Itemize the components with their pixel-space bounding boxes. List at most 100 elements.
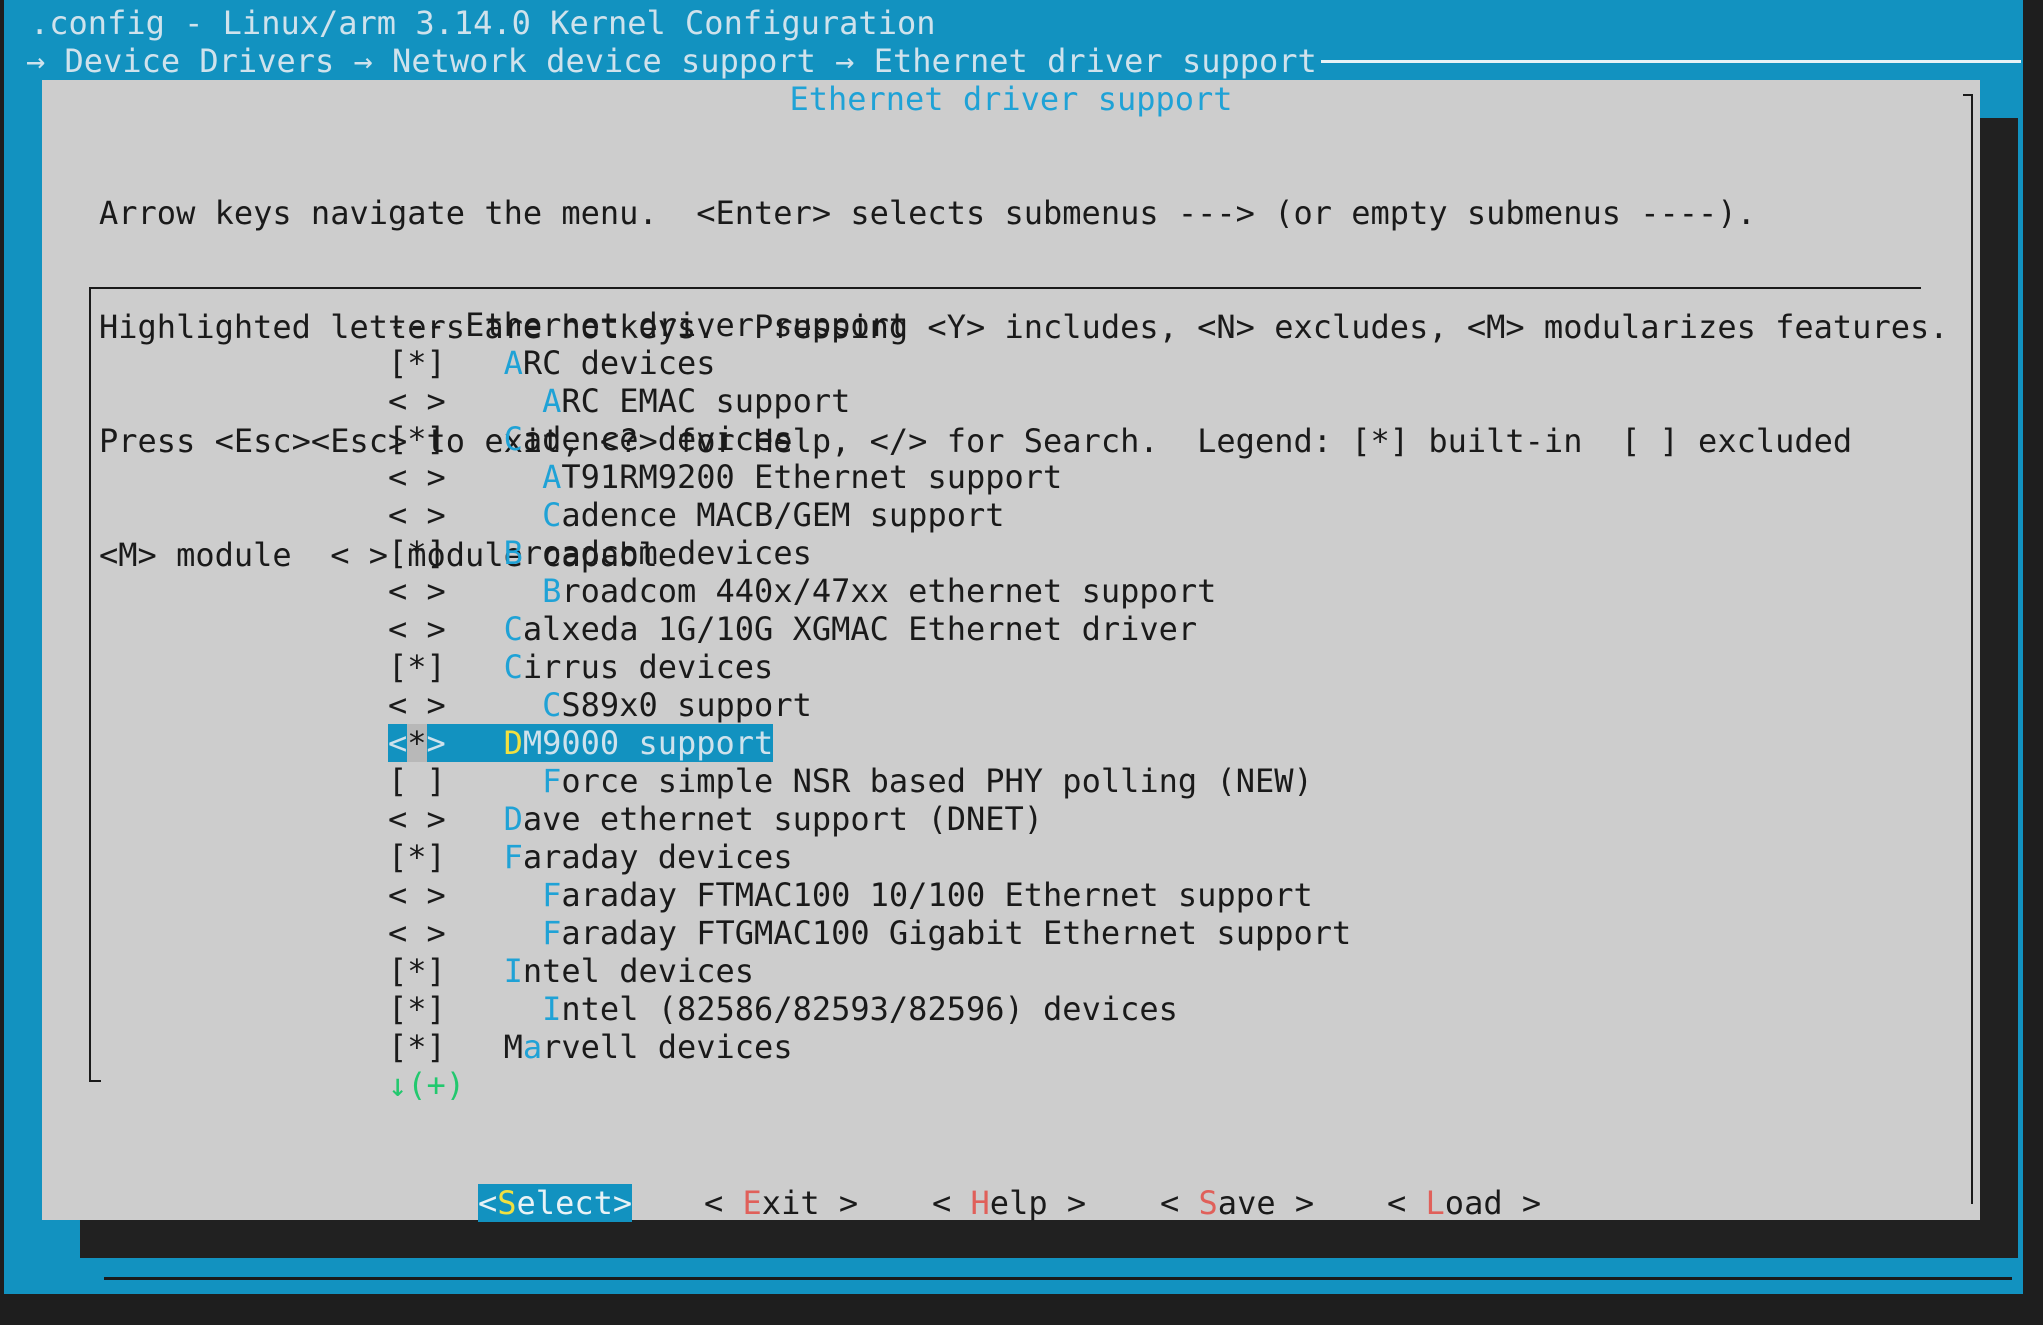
menu-item-label: ave ethernet support (DNET) — [523, 800, 1043, 838]
menu-item-label: Ethernet driver support — [465, 306, 908, 344]
option-state: < > — [388, 572, 504, 610]
menu-indent — [504, 762, 543, 800]
button-label: oad — [1445, 1184, 1503, 1222]
hotkey-letter: I — [542, 990, 561, 1028]
button-bar-rule — [104, 1277, 2012, 1280]
menu-item[interactable]: [*] ARC devices — [388, 344, 1351, 382]
option-state: < > — [388, 382, 504, 420]
button-label: elp — [990, 1184, 1048, 1222]
help-line: Arrow keys navigate the menu. <Enter> se… — [99, 194, 1949, 232]
button-label: ave — [1218, 1184, 1276, 1222]
menu-item[interactable]: < > CS89x0 support — [388, 686, 1351, 724]
menu-item-content: < > Cadence MACB/GEM support — [388, 496, 1005, 534]
button-bracket: > — [820, 1184, 859, 1222]
help-button[interactable]: < Help > — [932, 1184, 1086, 1222]
menu-item-label: adence devices — [523, 420, 793, 458]
option-state: < > — [388, 458, 504, 496]
menu-item-label: roadcom devices — [523, 534, 812, 572]
menu-item[interactable]: [*] Marvell devices — [388, 1028, 1351, 1066]
menu-item[interactable]: [*] Intel devices — [388, 952, 1351, 990]
menu-item-text: M — [504, 1028, 523, 1066]
menu-indent — [504, 572, 543, 610]
menuconfig-dialog: Ethernet driver support Arrow keys navig… — [42, 80, 1980, 1220]
menu-item[interactable]: < > AT91RM9200 Ethernet support — [388, 458, 1351, 496]
menu-item-label: ntel devices — [523, 952, 754, 990]
menu-item-label: RC EMAC support — [561, 382, 850, 420]
menu-item[interactable]: [*] Intel (82586/82593/82596) devices — [388, 990, 1351, 1028]
menu-item-content: --- Ethernet driver support — [388, 306, 908, 344]
menu-item-label: RC devices — [523, 344, 716, 382]
option-state: --- — [388, 306, 465, 344]
menu-item-label: adence MACB/GEM support — [561, 496, 1004, 534]
menu-item-content: [*] Cirrus devices — [388, 648, 773, 686]
button-bracket: < — [932, 1184, 971, 1222]
menu-item-label: S89x0 support — [561, 686, 811, 724]
menu-item[interactable]: < > Dave ethernet support (DNET) — [388, 800, 1351, 838]
menu-item[interactable]: < > Broadcom 440x/47xx ethernet support — [388, 572, 1351, 610]
save-button[interactable]: < Save > — [1160, 1184, 1314, 1222]
button-bracket: < — [1387, 1184, 1426, 1222]
hotkey-letter: I — [504, 952, 523, 990]
button-hotkey: E — [743, 1184, 762, 1222]
menu-indent — [504, 876, 543, 914]
menu-item[interactable]: < > ARC EMAC support — [388, 382, 1351, 420]
menu-item[interactable]: [*] Cirrus devices — [388, 648, 1351, 686]
menu-item-content: < > Calxeda 1G/10G XGMAC Ethernet driver — [388, 610, 1197, 648]
menu-item[interactable]: [*] Faraday devices — [388, 838, 1351, 876]
menu-item-content: <*> DM9000 support — [388, 724, 773, 762]
hotkey-letter: B — [504, 534, 523, 572]
dialog-border — [1971, 94, 1973, 1204]
hotkey-letter: D — [504, 800, 523, 838]
menu-item-content: [*] Broadcom devices — [388, 534, 812, 572]
menu-item[interactable]: [*] Cadence devices — [388, 420, 1351, 458]
option-state: [*] — [388, 1028, 504, 1066]
menu-item-content: [*] Marvell devices — [388, 1028, 793, 1066]
exit-button[interactable]: < Exit > — [704, 1184, 858, 1222]
hotkey-letter: C — [542, 496, 561, 534]
menu-item-label: ntel (82586/82593/82596) devices — [561, 990, 1178, 1028]
option-state: < > — [388, 610, 504, 648]
menu-item-label: rvell devices — [542, 1028, 792, 1066]
breadcrumb-rule — [1321, 60, 2021, 63]
hotkey-letter: F — [504, 838, 523, 876]
button-bracket: < — [1160, 1184, 1199, 1222]
menu-item-label: irrus devices — [523, 648, 773, 686]
button-hotkey: H — [971, 1184, 990, 1222]
option-state: [*] — [388, 990, 504, 1028]
menu-indent — [504, 686, 543, 724]
menu-item-content: < > Faraday FTMAC100 10/100 Ethernet sup… — [388, 876, 1313, 914]
hotkey-letter: a — [523, 1028, 542, 1066]
button-bracket: > — [1048, 1184, 1087, 1222]
hotkey-letter: F — [542, 876, 561, 914]
menu-item-label: araday FTGMAC100 Gigabit Ethernet suppor… — [561, 914, 1351, 952]
menu-item[interactable]: < > Calxeda 1G/10G XGMAC Ethernet driver — [388, 610, 1351, 648]
option-state: [*] — [388, 648, 504, 686]
dialog-title: Ethernet driver support — [42, 80, 1980, 118]
menu-item-label: araday devices — [523, 838, 793, 876]
option-state-cursor: * — [407, 724, 426, 762]
option-state: [*] — [388, 534, 504, 572]
button-label: xit — [762, 1184, 820, 1222]
menu-item[interactable]: [ ] Force simple NSR based PHY polling (… — [388, 762, 1351, 800]
menu-item-content: [*] Intel (82586/82593/82596) devices — [388, 990, 1178, 1028]
menu-item[interactable]: < > Faraday FTGMAC100 Gigabit Ethernet s… — [388, 914, 1351, 952]
hotkey-letter: D — [504, 724, 523, 762]
menu-item[interactable]: < > Cadence MACB/GEM support — [388, 496, 1351, 534]
menu-item-selected[interactable]: <*> DM9000 support — [388, 724, 1351, 762]
menu-item-content: < > Faraday FTGMAC100 Gigabit Ethernet s… — [388, 914, 1351, 952]
menu-indent — [504, 458, 543, 496]
option-state: [*] — [388, 420, 504, 458]
option-state: < > — [388, 686, 504, 724]
menu-item[interactable]: --- Ethernet driver support — [388, 306, 1351, 344]
option-state: < > — [388, 914, 504, 952]
menu-indent — [504, 496, 543, 534]
button-hotkey: S — [1199, 1184, 1218, 1222]
menu-item[interactable]: < > Faraday FTMAC100 10/100 Ethernet sup… — [388, 876, 1351, 914]
button-hotkey: L — [1426, 1184, 1445, 1222]
menu-list[interactable]: --- Ethernet driver support[*] ARC devic… — [388, 306, 1351, 1104]
menu-indent — [504, 914, 543, 952]
select-button[interactable]: <Select> — [478, 1184, 632, 1222]
menu-item-label: orce simple NSR based PHY polling (NEW) — [561, 762, 1312, 800]
load-button[interactable]: < Load > — [1387, 1184, 1541, 1222]
menu-item[interactable]: [*] Broadcom devices — [388, 534, 1351, 572]
